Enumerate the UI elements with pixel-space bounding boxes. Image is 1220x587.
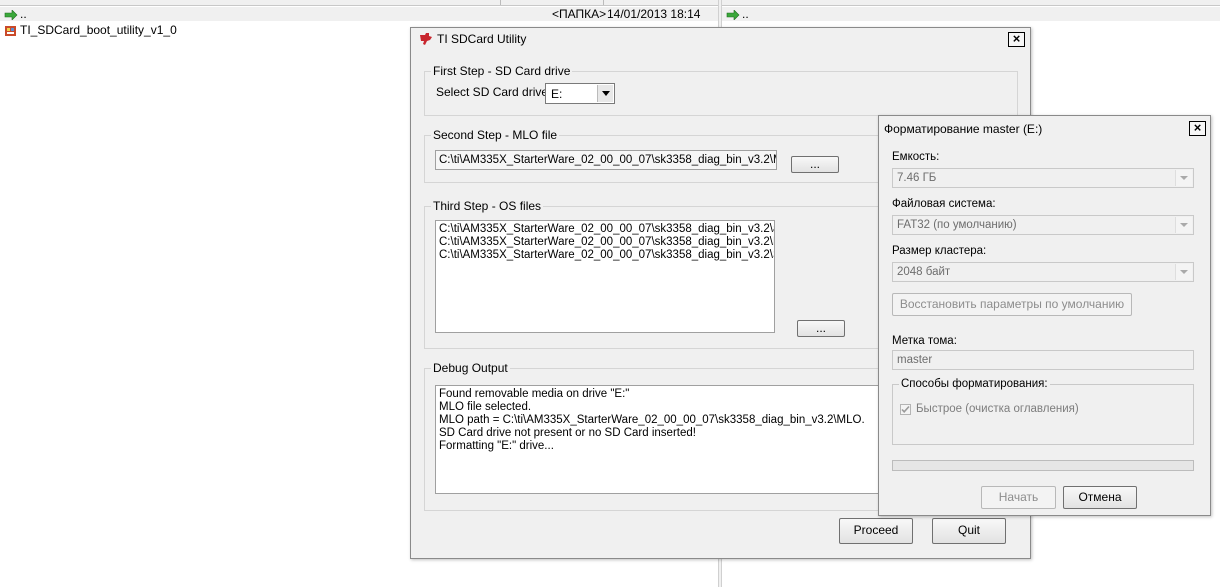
cluster-value: 2048 байт bbox=[897, 266, 951, 278]
window-title: Форматирование master (E:) bbox=[884, 122, 1043, 136]
capacity-value: 7.46 ГБ bbox=[897, 172, 937, 184]
quick-format-checkbox[interactable] bbox=[900, 404, 911, 415]
filesystem-label: Файловая система: bbox=[892, 198, 996, 210]
green-arrow-icon bbox=[4, 7, 18, 21]
step3-legend: Third Step - OS files bbox=[433, 199, 542, 213]
close-button[interactable]: × bbox=[1008, 32, 1025, 47]
left-panel-header bbox=[0, 0, 718, 6]
format-dialog: Форматирование master (E:) × Емкость: 7.… bbox=[878, 115, 1211, 516]
cluster-label: Размер кластера: bbox=[892, 245, 987, 257]
green-arrow-icon bbox=[726, 7, 740, 21]
chevron-down-icon bbox=[1175, 264, 1192, 280]
title-bar[interactable]: Форматирование master (E:) × bbox=[879, 116, 1210, 140]
list-item[interactable]: C:\ti\AM335X_StarterWare_02_00_00_07\sk3… bbox=[439, 236, 774, 249]
right-panel-header bbox=[722, 0, 1220, 6]
restore-defaults-button[interactable]: Восстановить параметры по умолчанию bbox=[892, 293, 1132, 316]
quit-button[interactable]: Quit bbox=[932, 518, 1006, 544]
volume-label-input[interactable]: master bbox=[892, 350, 1194, 370]
start-button[interactable]: Начать bbox=[981, 486, 1056, 509]
select-drive-label: Select SD Card drive bbox=[436, 85, 549, 99]
file-row-parent[interactable]: .. <ПАПКА> 14/01/2013 18:14 bbox=[0, 7, 718, 21]
os-browse-button[interactable]: ... bbox=[797, 320, 845, 337]
chevron-down-icon bbox=[1175, 217, 1192, 233]
file-name: TI_SDCard_boot_utility_v1_0 bbox=[20, 23, 177, 37]
debug-line: MLO file selected. bbox=[439, 401, 532, 413]
format-methods-legend: Способы форматирования: bbox=[901, 378, 1048, 390]
file-type: <ПАПКА> bbox=[552, 7, 607, 21]
folder-icon bbox=[4, 23, 17, 37]
filesystem-select[interactable]: FAT32 (по умолчанию) bbox=[892, 215, 1194, 235]
volume-label-label: Метка тома: bbox=[892, 335, 957, 347]
ti-logo-icon bbox=[419, 32, 433, 49]
proceed-button[interactable]: Proceed bbox=[839, 518, 913, 544]
debug-line: Formatting "E:" drive... bbox=[439, 440, 554, 452]
file-date: 14/01/2013 18:14 bbox=[607, 7, 701, 21]
check-icon bbox=[901, 405, 910, 413]
step2-legend: Second Step - MLO file bbox=[433, 128, 558, 142]
drive-select[interactable]: E: bbox=[545, 83, 615, 104]
list-item[interactable]: C:\ti\AM335X_StarterWare_02_00_00_07\sk3… bbox=[439, 249, 774, 262]
file-name: .. bbox=[742, 7, 749, 21]
quick-format-label: Быстрое (очистка оглавления) bbox=[916, 403, 1079, 415]
mlo-path-field[interactable]: C:\ti\AM335X_StarterWare_02_00_00_07\sk3… bbox=[435, 150, 777, 170]
capacity-select[interactable]: 7.46 ГБ bbox=[892, 168, 1194, 188]
debug-line: Found removable media on drive "E:" bbox=[439, 388, 630, 400]
window-title: TI SDCard Utility bbox=[437, 32, 527, 46]
debug-line: MLO path = C:\ti\AM335X_StarterWare_02_0… bbox=[439, 414, 865, 426]
os-files-list[interactable]: C:\ti\AM335X_StarterWare_02_00_00_07\sk3… bbox=[435, 220, 775, 333]
step1-legend: First Step - SD Card drive bbox=[433, 64, 571, 78]
file-name: .. bbox=[20, 7, 27, 21]
debug-line: SD Card drive not present or no SD Card … bbox=[439, 427, 696, 439]
debug-output[interactable]: Found removable media on drive "E:" MLO … bbox=[435, 385, 891, 494]
list-item[interactable]: C:\ti\AM335X_StarterWare_02_00_00_07\sk3… bbox=[439, 223, 774, 236]
chevron-down-icon bbox=[597, 85, 613, 102]
close-button[interactable]: × bbox=[1189, 121, 1206, 136]
title-bar[interactable]: TI SDCard Utility × bbox=[411, 28, 1030, 50]
debug-legend: Debug Output bbox=[433, 361, 508, 375]
format-progress-bar bbox=[892, 460, 1194, 471]
cluster-select[interactable]: 2048 байт bbox=[892, 262, 1194, 282]
cancel-button[interactable]: Отмена bbox=[1063, 486, 1137, 509]
drive-select-value: E: bbox=[551, 87, 563, 101]
chevron-down-icon bbox=[1175, 170, 1192, 186]
filesystem-value: FAT32 (по умолчанию) bbox=[897, 219, 1017, 231]
capacity-label: Емкость: bbox=[892, 151, 940, 163]
file-row-parent[interactable]: .. bbox=[722, 7, 1220, 21]
mlo-browse-button[interactable]: ... bbox=[791, 156, 839, 173]
